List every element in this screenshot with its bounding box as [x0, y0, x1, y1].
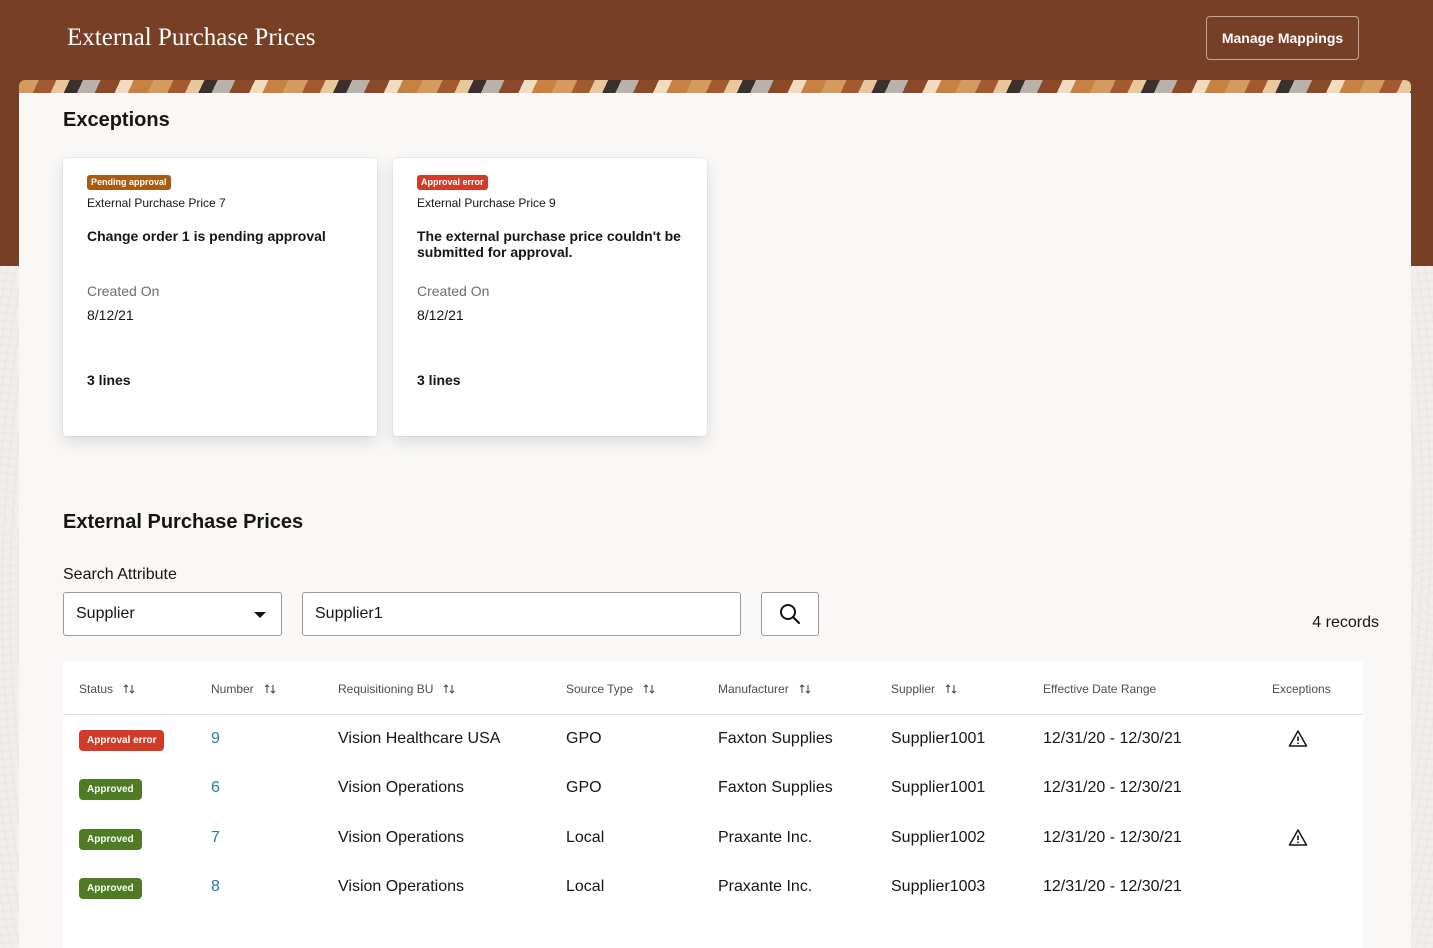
- column-header-exceptions: Exceptions: [1272, 682, 1331, 696]
- table-row[interactable]: Approved 6 Vision Operations GPO Faxton …: [63, 765, 1363, 814]
- card-message: Change order 1 is pending approval: [87, 228, 326, 244]
- supplier: Supplier1002: [891, 829, 986, 846]
- number-link[interactable]: 8: [211, 878, 220, 896]
- effective-date-range: 12/31/20 - 12/30/21: [1043, 829, 1182, 846]
- source-type: GPO: [566, 779, 602, 796]
- sort-icon: [264, 684, 276, 694]
- card-reference: External Purchase Price 7: [87, 196, 226, 210]
- status-badge: Pending approval: [87, 175, 171, 190]
- table-header: Status Number Requisitioning BU Source T…: [63, 662, 1363, 715]
- search-attribute-label: Search Attribute: [63, 566, 177, 583]
- warning-icon[interactable]: [1288, 729, 1308, 749]
- column-header-manufacturer[interactable]: Manufacturer: [718, 682, 811, 696]
- manage-mappings-button[interactable]: Manage Mappings: [1206, 16, 1359, 60]
- source-type: Local: [566, 829, 605, 846]
- created-on-value: 8/12/21: [87, 307, 134, 323]
- effective-date-range: 12/31/20 - 12/30/21: [1043, 730, 1182, 747]
- exceptions-title: Exceptions: [63, 109, 170, 131]
- card-reference: External Purchase Price 9: [417, 196, 556, 210]
- column-header-number[interactable]: Number: [211, 682, 276, 696]
- created-on-label: Created On: [417, 283, 490, 299]
- sort-icon: [945, 684, 957, 694]
- manufacturer: Praxante Inc.: [718, 878, 813, 895]
- search-icon: [780, 604, 801, 625]
- status-badge: Approved: [79, 829, 142, 850]
- table-row[interactable]: Approved 7 Vision Operations Local Praxa…: [63, 815, 1363, 864]
- sort-icon: [643, 684, 655, 694]
- column-header-source-type[interactable]: Source Type: [566, 682, 655, 696]
- decorative-banner: [19, 80, 1411, 93]
- requisitioning-bu: Vision Operations: [338, 829, 464, 846]
- selected-attribute: Supplier: [76, 605, 135, 622]
- supplier: Supplier1003: [891, 878, 986, 895]
- column-header-supplier[interactable]: Supplier: [891, 682, 957, 696]
- warning-icon[interactable]: [1288, 828, 1308, 848]
- supplier: Supplier1001: [891, 730, 986, 747]
- requisitioning-bu: Vision Operations: [338, 878, 464, 895]
- sort-icon: [799, 684, 811, 694]
- search-attribute-select[interactable]: Supplier: [63, 592, 282, 636]
- status-badge: Approval error: [79, 730, 165, 751]
- table-row[interactable]: Approval error 9 Vision Healthcare USA G…: [63, 716, 1363, 765]
- effective-date-range: 12/31/20 - 12/30/21: [1043, 878, 1182, 895]
- source-type: Local: [566, 878, 605, 895]
- status-badge: Approved: [79, 779, 142, 800]
- number-link[interactable]: 7: [211, 829, 220, 847]
- card-message: The external purchase price couldn't be …: [417, 228, 681, 260]
- records-count: 4 records: [1312, 614, 1379, 631]
- created-on-value: 8/12/21: [417, 307, 464, 323]
- number-link[interactable]: 6: [211, 779, 220, 797]
- prices-title: External Purchase Prices: [63, 511, 304, 533]
- sort-icon: [444, 684, 455, 694]
- exception-card[interactable]: Approval error External Purchase Price 9…: [393, 158, 707, 436]
- manufacturer: Praxante Inc.: [718, 829, 813, 846]
- page-title: External Purchase Prices: [67, 24, 316, 51]
- column-header-effective-date-range: Effective Date Range: [1043, 682, 1157, 696]
- sort-icon: [123, 684, 135, 694]
- source-type: GPO: [566, 730, 602, 747]
- card-lines-count: 3 lines: [417, 372, 461, 388]
- status-badge: Approved: [79, 878, 142, 899]
- search-button[interactable]: [761, 592, 819, 636]
- requisitioning-bu: Vision Healthcare USA: [338, 730, 501, 747]
- requisitioning-bu: Vision Operations: [338, 779, 464, 796]
- created-on-label: Created On: [87, 283, 160, 299]
- supplier: Supplier1001: [891, 779, 986, 796]
- card-lines-count: 3 lines: [87, 372, 131, 388]
- manufacturer: Faxton Supplies: [718, 779, 833, 796]
- manufacturer: Faxton Supplies: [718, 730, 833, 747]
- effective-date-range: 12/31/20 - 12/30/21: [1043, 779, 1182, 796]
- status-badge: Approval error: [417, 175, 488, 190]
- number-link[interactable]: 9: [211, 730, 220, 748]
- caret-down-icon: [254, 612, 266, 618]
- column-header-status[interactable]: Status: [79, 682, 135, 696]
- exception-card[interactable]: Pending approval External Purchase Price…: [63, 158, 377, 436]
- search-input[interactable]: [302, 592, 741, 636]
- column-header-requisitioning-bu[interactable]: Requisitioning BU: [338, 682, 455, 696]
- table-row[interactable]: Approved 8 Vision Operations Local Praxa…: [63, 864, 1363, 913]
- prices-table: Status Number Requisitioning BU Source T…: [63, 662, 1363, 948]
